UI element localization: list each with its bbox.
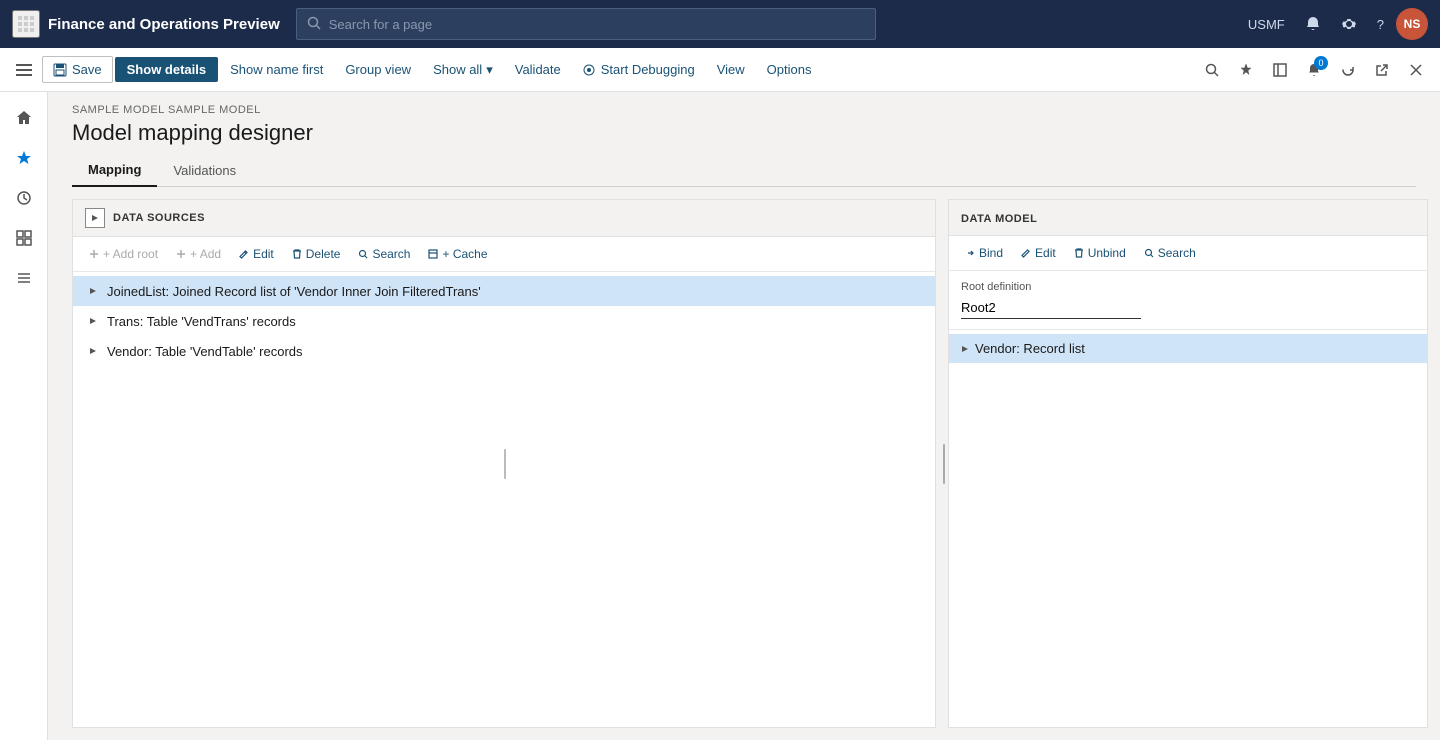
options-button[interactable]: Options (757, 57, 822, 82)
page-header: SAMPLE MODEL SAMPLE MODEL Model mapping … (48, 92, 1440, 187)
data-model-panel-header: DATA MODEL (949, 200, 1427, 236)
global-search-bar[interactable] (296, 8, 876, 40)
root-definition-input[interactable] (961, 297, 1141, 319)
panel-divider[interactable] (940, 199, 948, 728)
unbind-button[interactable]: Unbind (1066, 242, 1134, 264)
tab-validations[interactable]: Validations (157, 154, 252, 187)
sidebar-expand-button[interactable] (1264, 54, 1296, 86)
show-details-button[interactable]: Show details (115, 57, 218, 82)
search-input[interactable] (329, 17, 865, 32)
add-root-button[interactable]: + Add root (81, 243, 166, 265)
settings-button[interactable] (1333, 12, 1365, 36)
sidebar-favorites-button[interactable] (6, 140, 42, 176)
expand-collapse-button[interactable] (85, 208, 105, 228)
data-sources-panel: DATA SOURCES + Add root + Add (72, 199, 936, 728)
data-model-toolbar: Bind Edit Unbind (949, 236, 1427, 271)
data-model-tree-item[interactable]: Vendor: Record list (949, 334, 1427, 363)
pin-button[interactable] (1230, 54, 1262, 86)
chevron-down-icon: ▾ (486, 62, 493, 78)
page-title: Model mapping designer (72, 120, 1416, 146)
tree-item[interactable]: JoinedList: Joined Record list of 'Vendo… (73, 276, 935, 306)
data-model-title: DATA MODEL (961, 213, 1037, 225)
data-model-tree: Vendor: Record list (949, 330, 1427, 727)
show-all-button[interactable]: Show all ▾ (423, 57, 503, 83)
data-sources-title: DATA SOURCES (113, 212, 205, 224)
data-model-panel: DATA MODEL Bind Edit (948, 199, 1428, 728)
left-sidebar (0, 92, 48, 740)
nav-right-buttons: USMF ? NS (1240, 8, 1428, 40)
tab-mapping[interactable]: Mapping (72, 154, 157, 187)
delete-button[interactable]: Delete (284, 243, 349, 265)
start-debugging-button[interactable]: Start Debugging (573, 57, 705, 82)
group-view-button[interactable]: Group view (335, 57, 421, 82)
search-action-button[interactable] (1196, 54, 1228, 86)
data-sources-toolbar: + Add root + Add Edit (73, 237, 935, 272)
close-button[interactable] (1400, 54, 1432, 86)
tree-item[interactable]: Vendor: Table 'VendTable' records (73, 336, 935, 366)
main-layout: SAMPLE MODEL SAMPLE MODEL Model mapping … (0, 92, 1440, 740)
sidebar-modules-button[interactable] (6, 260, 42, 296)
tree-item[interactable]: Trans: Table 'VendTrans' records (73, 306, 935, 336)
search-datasource-button[interactable]: Search (350, 243, 418, 265)
sidebar-workspaces-button[interactable] (6, 220, 42, 256)
refresh-button[interactable] (1332, 54, 1364, 86)
data-sources-tree: JoinedList: Joined Record list of 'Vendo… (73, 272, 935, 727)
show-name-first-button[interactable]: Show name first (220, 57, 333, 82)
notifications-button[interactable] (1297, 12, 1329, 36)
user-company[interactable]: USMF (1240, 13, 1293, 36)
app-title: Finance and Operations Preview (48, 16, 280, 33)
breadcrumb: SAMPLE MODEL SAMPLE MODEL (72, 104, 1416, 116)
expand-arrow-icon (85, 283, 101, 299)
data-sources-panel-header: DATA SOURCES (73, 200, 935, 237)
open-new-window-button[interactable] (1366, 54, 1398, 86)
help-button[interactable]: ? (1369, 13, 1392, 36)
expand-arrow-icon (961, 341, 969, 356)
root-definition-label: Root definition (961, 281, 1415, 293)
page-tabs: Mapping Validations (72, 154, 1416, 187)
sidebar-recent-button[interactable] (6, 180, 42, 216)
action-bar-right: 0 (1196, 54, 1432, 86)
waffle-icon[interactable] (12, 10, 40, 38)
cache-button[interactable]: + Cache (420, 243, 495, 265)
notification-count-badge: 0 (1314, 56, 1328, 70)
save-button[interactable]: Save (42, 56, 113, 83)
view-button[interactable]: View (707, 57, 755, 82)
two-panel-layout: DATA SOURCES + Add root + Add (48, 187, 1440, 740)
expand-arrow-icon (85, 343, 101, 359)
avatar[interactable]: NS (1396, 8, 1428, 40)
add-button[interactable]: + Add (168, 243, 229, 265)
action-bar: Save Show details Show name first Group … (0, 48, 1440, 92)
sidebar-toggle-button[interactable] (8, 54, 40, 86)
edit-button[interactable]: Edit (231, 243, 282, 265)
bind-button[interactable]: Bind (957, 242, 1011, 264)
sidebar-home-button[interactable] (6, 100, 42, 136)
notification-icon-button[interactable]: 0 (1298, 54, 1330, 86)
content-area: SAMPLE MODEL SAMPLE MODEL Model mapping … (48, 92, 1440, 740)
search-model-button[interactable]: Search (1136, 242, 1204, 264)
edit-model-button[interactable]: Edit (1013, 242, 1064, 264)
panel-divider-handle (943, 444, 945, 484)
root-definition-section: Root definition (949, 271, 1427, 330)
expand-arrow-icon (85, 313, 101, 329)
search-icon (307, 16, 321, 33)
top-nav-bar: Finance and Operations Preview USMF ? NS (0, 0, 1440, 48)
notification-badge-container: 0 (1298, 54, 1330, 86)
validate-button[interactable]: Validate (505, 57, 571, 82)
